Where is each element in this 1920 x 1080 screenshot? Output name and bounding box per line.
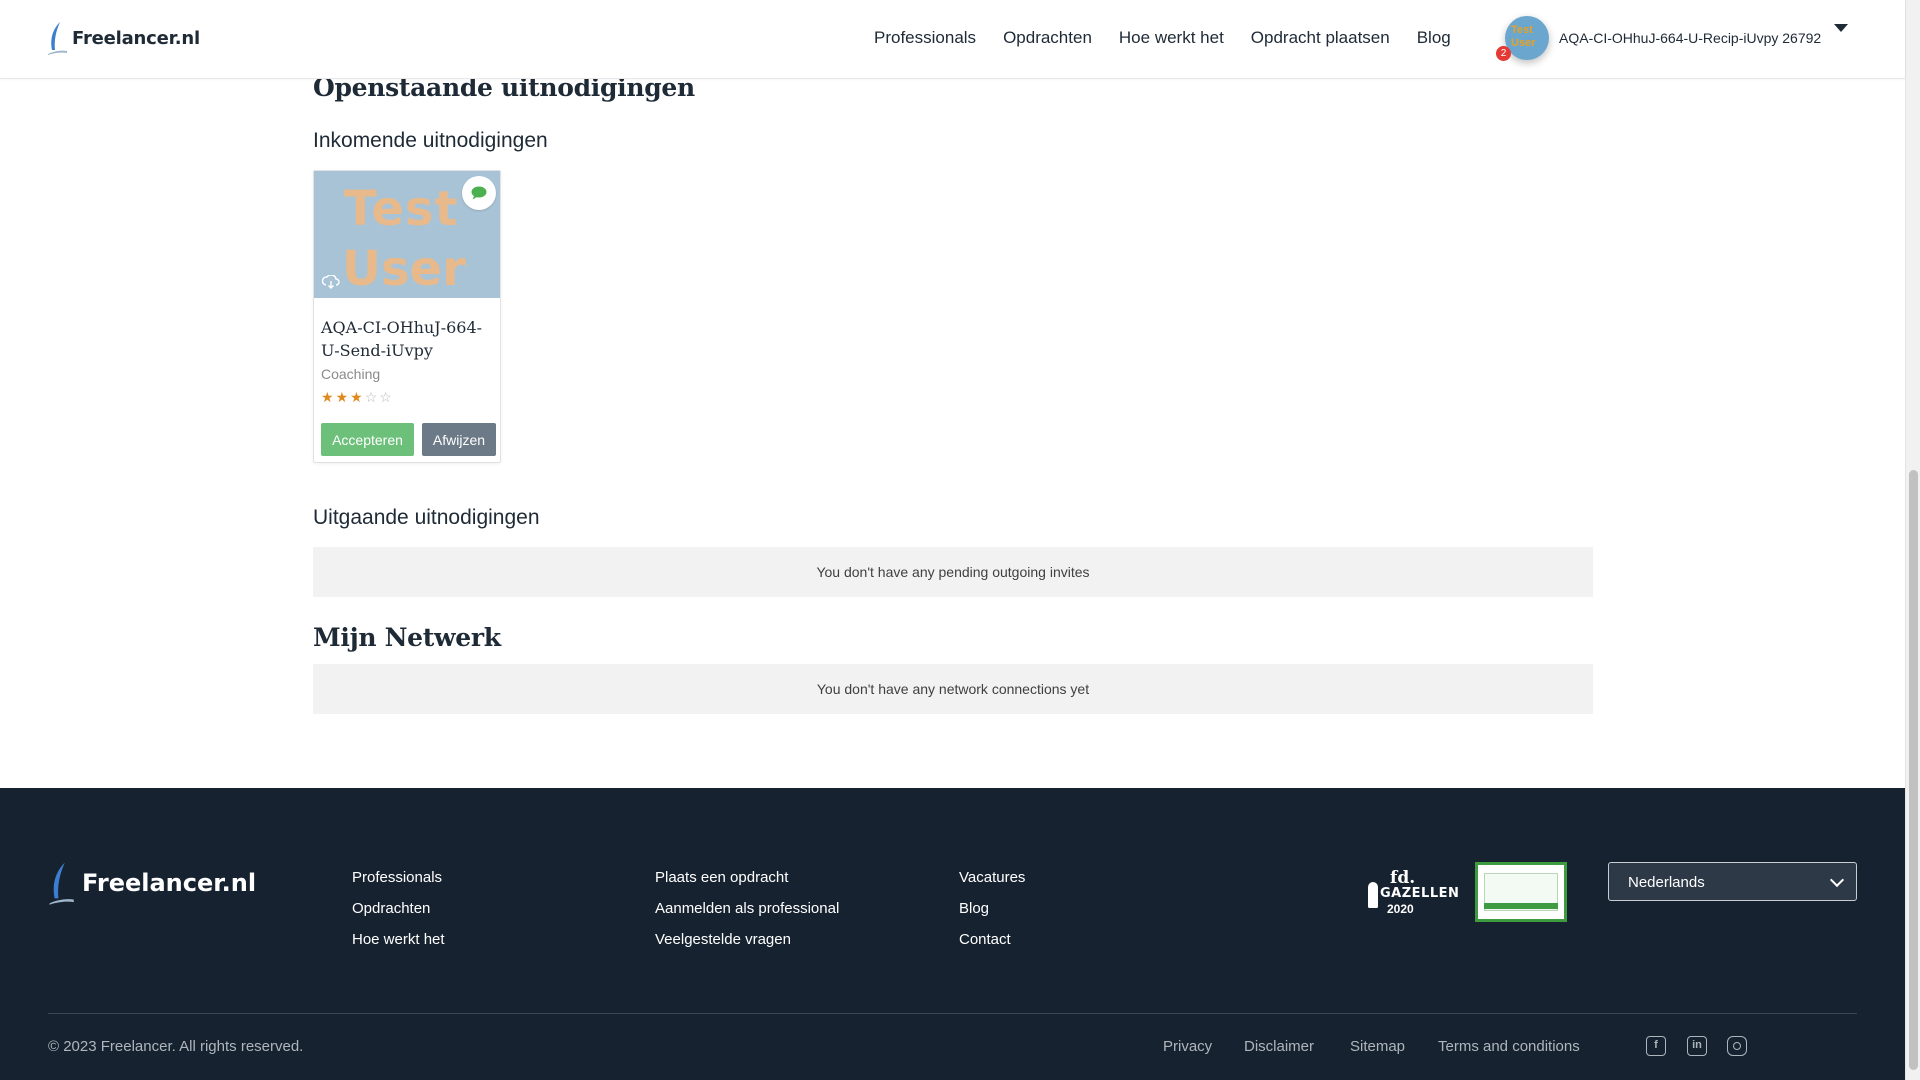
footer-sitemap-link[interactable]: Sitemap — [1350, 1038, 1405, 1055]
avatar[interactable]: Test User — [1505, 16, 1549, 60]
download-icon[interactable] — [322, 275, 340, 289]
facebook-icon[interactable]: f — [1646, 1036, 1666, 1056]
footer-link-vacatures[interactable]: Vacatures — [959, 862, 1025, 893]
user-menu[interactable]: Test User AQA-CI-OHhuJ-664-U-Recip-iUvpy… — [1505, 16, 1821, 60]
invite-category: Coaching — [321, 366, 381, 382]
photo-text-2: User — [342, 241, 466, 297]
copyright: © 2023 Freelancer. All rights reserved. — [48, 1038, 304, 1055]
quill-icon — [48, 22, 67, 55]
chat-button[interactable] — [462, 176, 496, 210]
nav-opdracht-plaatsen[interactable]: Opdracht plaatsen — [1251, 28, 1390, 48]
footer-brand-name: Freelancer.nl — [82, 869, 257, 897]
footer-link-hoe-werkt-het[interactable]: Hoe werkt het — [352, 924, 445, 955]
star-filled-icon: ★ — [335, 389, 349, 405]
footer-col-1: Professionals Opdrachten Hoe werkt het — [352, 862, 445, 955]
nav-hoe-werkt-het[interactable]: Hoe werkt het — [1119, 28, 1224, 48]
invite-sender-name[interactable]: AQA-CI-OHhuJ-664-U-Send-iUvpy — [321, 316, 496, 362]
footer-privacy-link[interactable]: Privacy — [1163, 1038, 1212, 1055]
gazelle-icon — [1368, 882, 1378, 908]
footer-link-aanmelden[interactable]: Aanmelden als professional — [655, 893, 839, 924]
nav-professionals[interactable]: Professionals — [874, 28, 976, 48]
footer-col-3: Vacatures Blog Contact — [959, 862, 1025, 955]
nav-opdrachten[interactable]: Opdrachten — [1003, 28, 1092, 48]
footer-link-professionals[interactable]: Professionals — [352, 862, 445, 893]
invite-card: Test User AQA-CI-OHhuJ-664-U-Send-iUvpy … — [313, 170, 501, 463]
footer-link-contact[interactable]: Contact — [959, 924, 1025, 955]
award-certificate-badge — [1475, 862, 1567, 922]
badge-gazellen-text: GAZELLEN — [1380, 886, 1460, 901]
footer-logo[interactable]: Freelancer.nl — [46, 860, 256, 906]
brand-logo[interactable]: Freelancer.nl — [46, 20, 200, 56]
brand-name: Freelancer.nl — [72, 27, 200, 49]
scrollbar-thumb[interactable] — [1909, 470, 1918, 1070]
footer-link-plaats-opdracht[interactable]: Plaats een opdracht — [655, 862, 839, 893]
language-value: Nederlands — [1628, 874, 1705, 891]
star-empty-icon: ☆ — [364, 389, 378, 405]
nav-blog[interactable]: Blog — [1417, 28, 1451, 48]
network-empty-state: You don't have any network connections y… — [313, 664, 1593, 714]
footer-col-2: Plaats een opdracht Aanmelden als profes… — [655, 862, 839, 955]
footer-disclaimer-link[interactable]: Disclaimer — [1244, 1038, 1314, 1055]
avatar-text-1: Test — [1511, 24, 1533, 36]
footer-terms-link[interactable]: Terms and conditions — [1438, 1038, 1580, 1055]
accept-button[interactable]: Accepteren — [321, 423, 414, 456]
instagram-icon[interactable] — [1727, 1036, 1747, 1056]
chevron-down-icon[interactable] — [1834, 24, 1848, 32]
badge-year-text: 2020 — [1387, 902, 1414, 916]
star-empty-icon: ☆ — [379, 389, 392, 405]
badge-fd-text: fd. — [1390, 868, 1416, 888]
footer-link-faq[interactable]: Veelgestelde vragen — [655, 924, 839, 955]
invite-photo[interactable]: Test User — [314, 171, 500, 298]
chat-bubble-icon — [471, 186, 487, 200]
fd-gazellen-badge: fd. GAZELLEN 2020 — [1368, 868, 1459, 920]
star-filled-icon: ★ — [321, 389, 334, 405]
star-filled-icon: ★ — [350, 389, 363, 405]
network-title: Mijn Netwerk — [313, 623, 501, 652]
quill-icon — [49, 862, 74, 905]
top-header: Freelancer.nl Professionals Opdrachten H… — [0, 0, 1905, 79]
rating-stars: ★ ★ ★ ☆ ☆ — [321, 390, 392, 404]
linkedin-icon[interactable]: in — [1687, 1036, 1707, 1056]
reject-button[interactable]: Afwijzen — [422, 423, 496, 456]
footer-divider — [48, 1013, 1857, 1014]
chevron-down-icon — [1829, 872, 1845, 888]
page: Freelancer.nl Professionals Opdrachten H… — [0, 0, 1905, 1080]
main-nav: Professionals Opdrachten Hoe werkt het O… — [874, 28, 1478, 48]
photo-text-1: Test — [344, 181, 459, 237]
outgoing-empty-state: You don't have any pending outgoing invi… — [313, 547, 1593, 597]
language-select[interactable]: Nederlands — [1608, 862, 1857, 901]
username[interactable]: AQA-CI-OHhuJ-664-U-Recip-iUvpy 26792 — [1559, 30, 1821, 46]
outgoing-title: Uitgaande uitnodigingen — [313, 506, 540, 529]
incoming-title: Inkomende uitnodigingen — [313, 129, 548, 152]
vertical-scrollbar[interactable] — [1905, 0, 1920, 1080]
footer: Freelancer.nl Professionals Opdrachten H… — [0, 788, 1905, 1080]
footer-link-opdrachten[interactable]: Opdrachten — [352, 893, 445, 924]
avatar-text-2: User — [1511, 37, 1536, 49]
footer-link-blog[interactable]: Blog — [959, 893, 1025, 924]
notification-badge[interactable]: 2 — [1496, 46, 1511, 61]
